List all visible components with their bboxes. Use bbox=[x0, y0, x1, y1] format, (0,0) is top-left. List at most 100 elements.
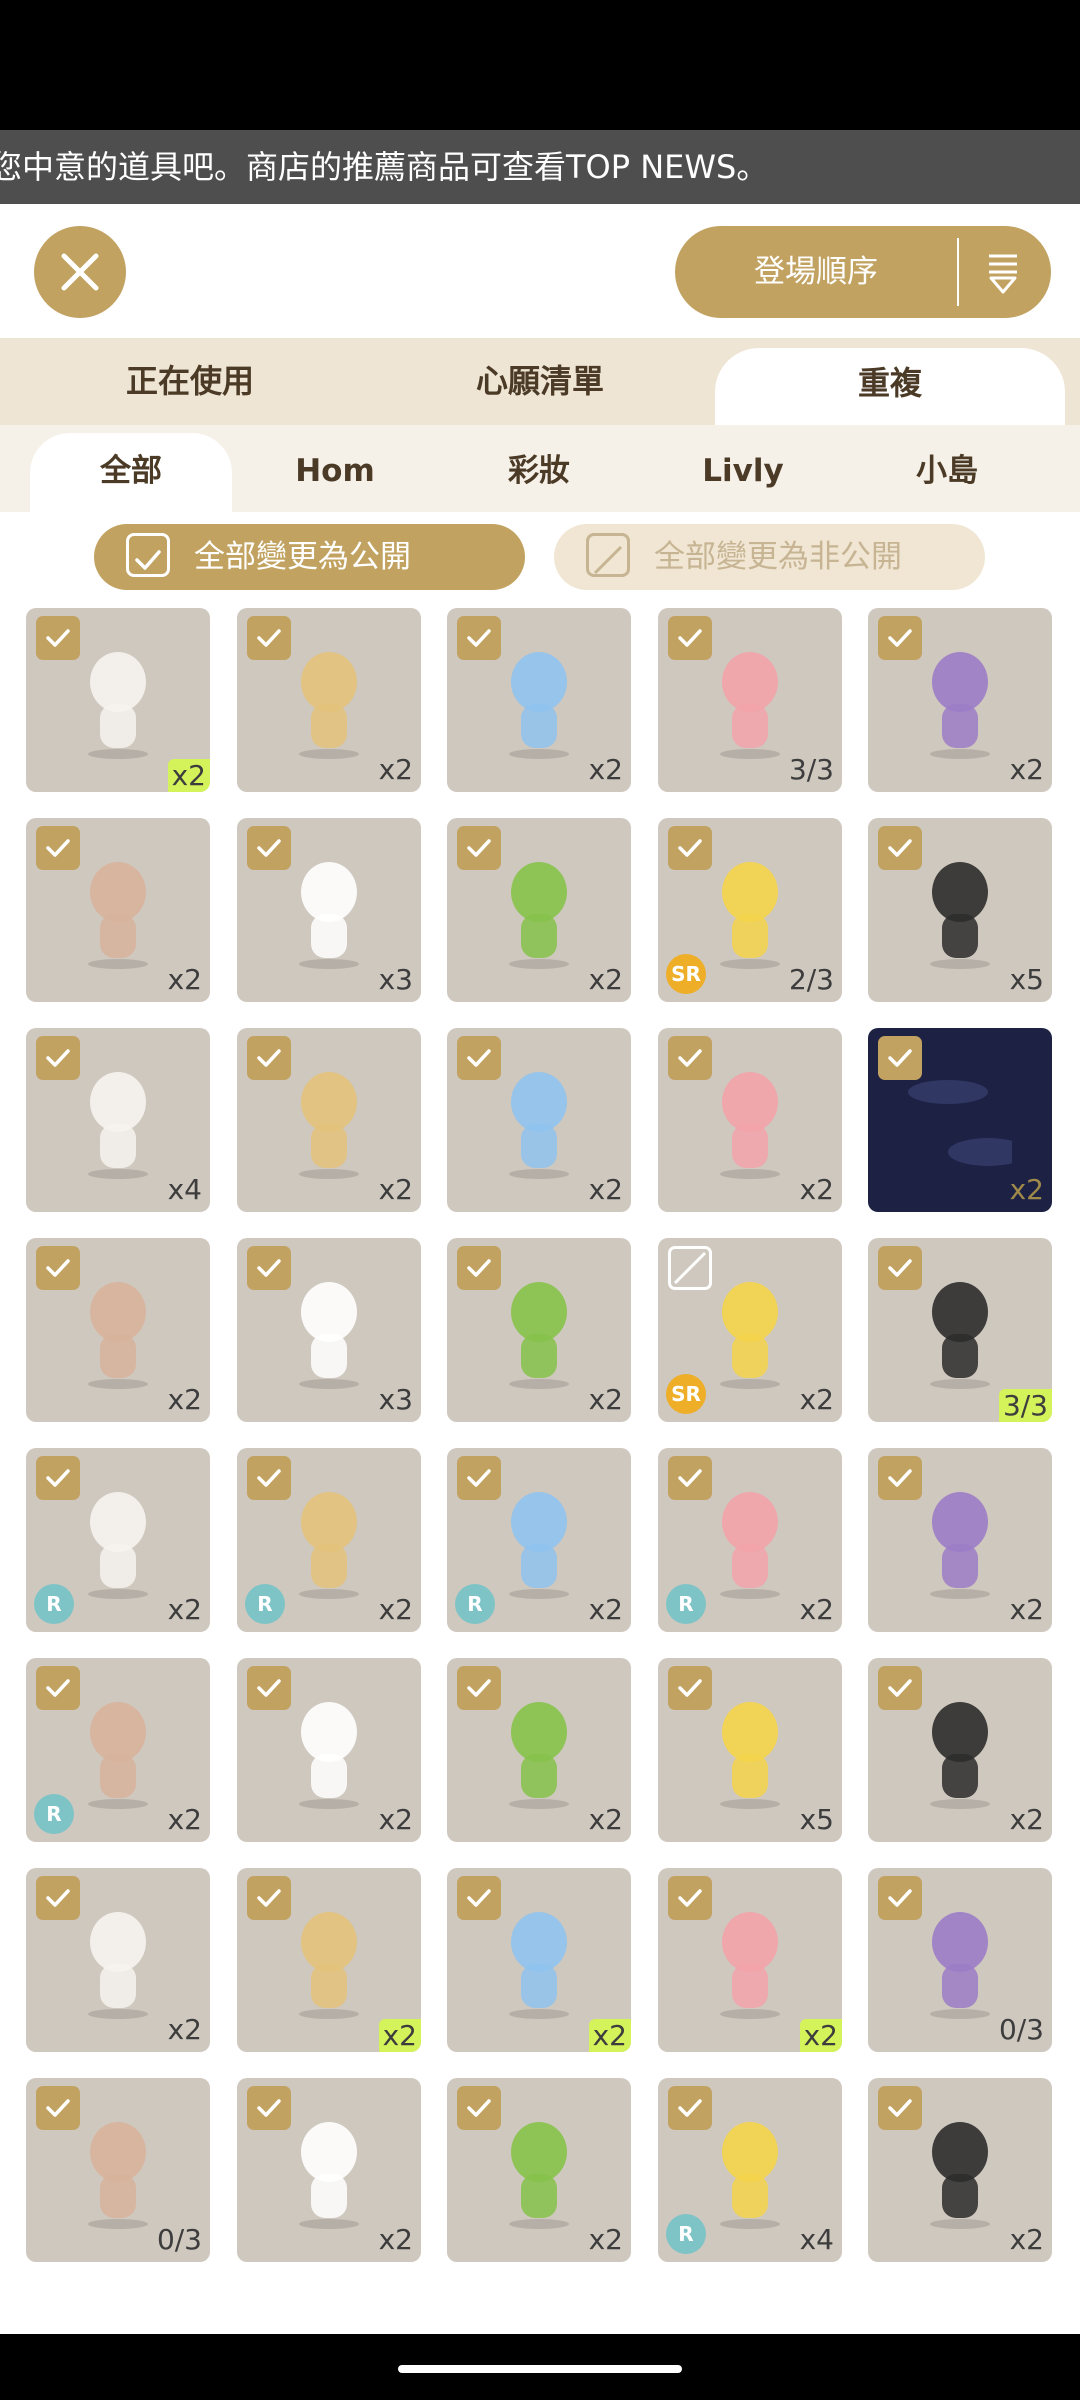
item-card[interactable]: x3 bbox=[237, 1238, 421, 1422]
public-checkbox-checked[interactable] bbox=[36, 2086, 80, 2130]
public-checkbox-checked[interactable] bbox=[668, 616, 712, 660]
tab-in-use[interactable]: 正在使用 bbox=[30, 338, 350, 425]
item-card[interactable]: x2 bbox=[237, 1658, 421, 1842]
item-card[interactable]: x2 bbox=[447, 1868, 631, 2052]
public-checkbox-checked[interactable] bbox=[457, 1456, 501, 1500]
public-checkbox-checked[interactable] bbox=[247, 1876, 291, 1920]
item-card[interactable]: SR 2/3 bbox=[658, 818, 842, 1002]
public-checkbox-checked[interactable] bbox=[668, 1036, 712, 1080]
item-card[interactable]: x2 bbox=[237, 2078, 421, 2262]
make-all-private-button[interactable]: 全部變更為非公開 bbox=[554, 524, 985, 590]
item-card[interactable]: x2 bbox=[868, 2078, 1052, 2262]
public-checkbox-checked[interactable] bbox=[668, 1876, 712, 1920]
item-card[interactable]: x2 bbox=[447, 1658, 631, 1842]
public-checkbox-checked[interactable] bbox=[457, 2086, 501, 2130]
item-card[interactable]: 3/3 bbox=[868, 1238, 1052, 1422]
item-card[interactable]: x2 bbox=[868, 1448, 1052, 1632]
item-card[interactable]: Rx2 bbox=[447, 1448, 631, 1632]
item-card[interactable]: x2 bbox=[26, 1238, 210, 1422]
public-checkbox-checked[interactable] bbox=[36, 616, 80, 660]
home-indicator[interactable] bbox=[398, 2365, 682, 2373]
cloud-mobile-icon bbox=[930, 2122, 990, 2229]
public-checkbox-checked[interactable] bbox=[36, 1456, 80, 1500]
item-card[interactable]: Rx2 bbox=[658, 1448, 842, 1632]
check-icon bbox=[467, 1259, 491, 1277]
item-card[interactable]: x2 bbox=[447, 608, 631, 792]
public-checkbox-checked[interactable] bbox=[247, 1456, 291, 1500]
public-checkbox-checked[interactable] bbox=[36, 1666, 80, 1710]
item-card[interactable]: x2 bbox=[26, 1868, 210, 2052]
subtab-island[interactable]: 小島 bbox=[846, 433, 1048, 512]
item-card[interactable]: 0/3 bbox=[868, 1868, 1052, 2052]
sort-order-icon[interactable] bbox=[975, 244, 1031, 300]
item-card[interactable]: 3/3 bbox=[658, 608, 842, 792]
public-checkbox-checked[interactable] bbox=[668, 826, 712, 870]
public-checkbox-checked[interactable] bbox=[247, 1666, 291, 1710]
item-card[interactable]: x2 bbox=[237, 1868, 421, 2052]
public-checkbox-checked[interactable] bbox=[36, 1036, 80, 1080]
item-card[interactable]: Rx2 bbox=[26, 1658, 210, 1842]
tab-wishlist[interactable]: 心願清單 bbox=[380, 338, 700, 425]
item-card[interactable]: SR x2 bbox=[658, 1238, 842, 1422]
public-checkbox-checked[interactable] bbox=[36, 1246, 80, 1290]
public-checkbox-checked[interactable] bbox=[457, 1246, 501, 1290]
tab-duplicates[interactable]: 重複 bbox=[715, 348, 1065, 425]
public-checkbox-checked[interactable] bbox=[878, 1666, 922, 1710]
public-checkbox-checked[interactable] bbox=[36, 826, 80, 870]
item-card[interactable]: x2 bbox=[237, 608, 421, 792]
item-card[interactable]: Rx4 bbox=[658, 2078, 842, 2262]
subtab-makeup[interactable]: 彩妝 bbox=[438, 433, 640, 512]
public-checkbox-checked[interactable] bbox=[457, 826, 501, 870]
subtab-all[interactable]: 全部 bbox=[30, 433, 232, 512]
public-checkbox-checked[interactable] bbox=[457, 1666, 501, 1710]
subtab-livly[interactable]: Livly bbox=[642, 433, 844, 512]
item-card[interactable]: x2 bbox=[237, 1028, 421, 1212]
public-checkbox-checked[interactable] bbox=[668, 1456, 712, 1500]
make-all-public-button[interactable]: 全部變更為公開 bbox=[94, 524, 525, 590]
public-checkbox-checked[interactable] bbox=[878, 1456, 922, 1500]
item-card[interactable]: x4 bbox=[26, 1028, 210, 1212]
sort-button[interactable]: 登場順序 bbox=[675, 226, 1051, 318]
public-checkbox-checked[interactable] bbox=[878, 826, 922, 870]
public-checkbox-checked[interactable] bbox=[247, 1246, 291, 1290]
public-checkbox-checked[interactable] bbox=[36, 1876, 80, 1920]
public-checkbox-checked[interactable] bbox=[457, 616, 501, 660]
public-checkbox-checked[interactable] bbox=[878, 1876, 922, 1920]
item-card[interactable]: x3 bbox=[237, 818, 421, 1002]
public-checkbox-checked[interactable] bbox=[247, 616, 291, 660]
item-card[interactable]: x2 bbox=[868, 608, 1052, 792]
item-card[interactable]: x2 bbox=[26, 608, 210, 792]
public-checkbox-checked[interactable] bbox=[457, 1876, 501, 1920]
public-checkbox-checked[interactable] bbox=[247, 1036, 291, 1080]
public-checkbox-checked[interactable] bbox=[878, 2086, 922, 2130]
item-card[interactable]: x5 bbox=[658, 1658, 842, 1842]
public-checkbox-unchecked[interactable] bbox=[668, 1246, 712, 1290]
item-card[interactable]: x2 bbox=[447, 1028, 631, 1212]
public-checkbox-checked[interactable] bbox=[878, 1246, 922, 1290]
item-count: x2 bbox=[799, 1173, 834, 1206]
public-checkbox-checked[interactable] bbox=[457, 1036, 501, 1080]
check-icon bbox=[467, 1049, 491, 1067]
public-checkbox-checked[interactable] bbox=[878, 616, 922, 660]
public-checkbox-checked[interactable] bbox=[668, 2086, 712, 2130]
public-checkbox-checked[interactable] bbox=[668, 1666, 712, 1710]
item-card[interactable]: Rx2 bbox=[237, 1448, 421, 1632]
item-card[interactable]: 0/3 bbox=[26, 2078, 210, 2262]
item-card[interactable]: x2 bbox=[447, 2078, 631, 2262]
public-checkbox-checked[interactable] bbox=[878, 1036, 922, 1080]
item-card[interactable]: x2 bbox=[868, 1658, 1052, 1842]
item-card[interactable]: x2 bbox=[658, 1868, 842, 2052]
item-card[interactable]: x2 bbox=[447, 1238, 631, 1422]
item-card[interactable]: x5 bbox=[868, 818, 1052, 1002]
item-card[interactable]: x2 bbox=[447, 818, 631, 1002]
black-sweater-icon bbox=[930, 1492, 990, 1599]
item-card[interactable]: x2 bbox=[658, 1028, 842, 1212]
close-button[interactable] bbox=[34, 226, 126, 318]
item-card[interactable]: x2 bbox=[868, 1028, 1052, 1212]
public-checkbox-checked[interactable] bbox=[247, 2086, 291, 2130]
item-card[interactable]: Rx2 bbox=[26, 1448, 210, 1632]
item-card[interactable]: x2 bbox=[26, 818, 210, 1002]
public-checkbox-checked[interactable] bbox=[247, 826, 291, 870]
subtab-hom[interactable]: Hom bbox=[234, 433, 436, 512]
news-marquee: 您中意的道具吧。商店的推薦商品可查看TOP NEWS。 bbox=[0, 130, 1080, 204]
